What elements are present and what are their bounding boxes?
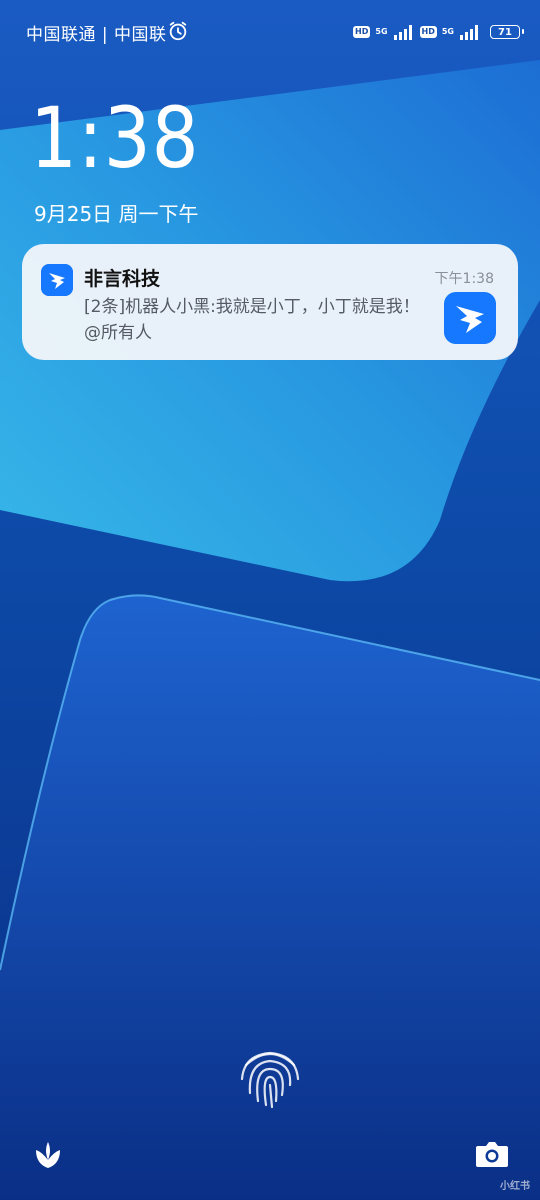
- network-type: 5G: [441, 27, 454, 36]
- status-bar: 中国联通 | 中国联 HD 5G HD 5G 71: [0, 0, 540, 62]
- dingtalk-large-icon: [444, 292, 496, 344]
- carrier-label: 中国联通 | 中国联: [26, 25, 167, 45]
- lockscreen-date: 9月25日 周一下午: [34, 202, 199, 226]
- status-right-group: HD 5G HD 5G 71: [353, 22, 524, 42]
- hd-badge: HD: [353, 26, 371, 38]
- notification-app-name: 非言科技: [84, 268, 161, 290]
- notification-card[interactable]: 非言科技 下午1:38 [2条]机器人小黑:我就是小丁，小丁就是我！@所有人: [22, 244, 518, 360]
- signal-icon: [460, 25, 478, 40]
- dingtalk-icon: [41, 264, 73, 296]
- signal-icon: [393, 25, 412, 40]
- notification-time: 下午1:38: [434, 271, 494, 287]
- fingerprint-icon[interactable]: [230, 1035, 310, 1115]
- watermark: 小红书: [500, 1181, 530, 1192]
- alarm-clock-icon: [169, 21, 187, 41]
- camera-icon[interactable]: [472, 1134, 512, 1174]
- hd-badge: HD: [419, 26, 437, 38]
- lockscreen-clock: 1:38: [30, 89, 200, 187]
- flower-icon[interactable]: [28, 1134, 68, 1174]
- battery-icon: 71: [490, 25, 524, 39]
- notification-message: [2条]机器人小黑:我就是小丁，小丁就是我！@所有人: [84, 297, 420, 343]
- network-type: 5G: [375, 27, 388, 36]
